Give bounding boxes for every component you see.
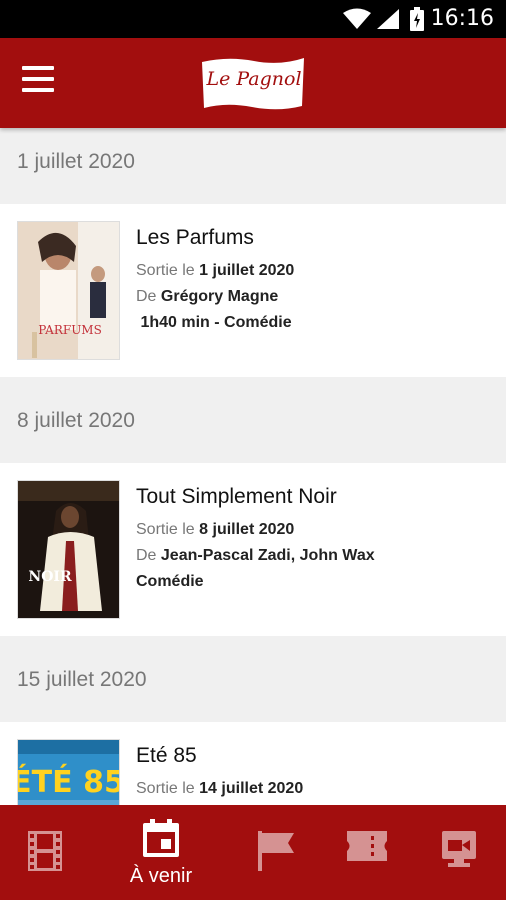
movie-poster: NOIR <box>17 480 120 619</box>
movie-item[interactable]: NOIR Tout Simplement Noir Sortie le 8 ju… <box>0 463 506 636</box>
director-label: De <box>136 547 157 564</box>
menu-icon-line <box>22 77 54 81</box>
date-header: 1 juillet 2020 <box>0 128 506 204</box>
nav-events[interactable] <box>231 805 321 900</box>
movie-title: Eté 85 <box>136 744 197 767</box>
nav-films[interactable] <box>0 805 90 900</box>
nav-upcoming-label: À venir <box>129 865 193 887</box>
battery-charging-icon <box>410 7 424 31</box>
director-line: De Jean-Pascal Zadi, John Wax <box>136 547 496 573</box>
app-bar: Le Pagnol <box>0 38 506 128</box>
release-date: 1 juillet 2020 <box>199 262 295 279</box>
signal-icon <box>377 9 399 29</box>
status-bar: 16:16 <box>0 0 506 38</box>
release-line: Sortie le 14 juillet 2020 <box>136 780 496 805</box>
upcoming-movies-list[interactable]: 1 juillet 2020 PARFUMS Les Parfums Sorti… <box>0 128 506 805</box>
movie-details: 1h40 min - Comédie <box>136 314 292 331</box>
logo: Le Pagnol <box>198 52 308 114</box>
nav-trailers[interactable] <box>414 805 504 900</box>
release-label: Sortie le <box>136 521 195 538</box>
menu-icon-line <box>22 66 54 70</box>
details-line: 1h40 min - Comédie <box>136 314 496 340</box>
nav-tickets[interactable] <box>322 805 412 900</box>
date-header: 8 juillet 2020 <box>0 377 506 463</box>
nav-upcoming[interactable]: À venir <box>116 805 206 900</box>
movie-item[interactable]: PARFUMS Les Parfums Sortie le 1 juillet … <box>0 204 506 377</box>
svg-text:ÉTÉ 85: ÉTÉ 85 <box>18 764 120 800</box>
status-time: 16:16 <box>430 6 494 31</box>
release-date: 8 juillet 2020 <box>199 521 295 538</box>
logo-text: Le Pagnol <box>206 68 302 90</box>
ticket-icon <box>347 831 387 861</box>
svg-text:PARFUMS: PARFUMS <box>38 323 102 337</box>
movie-item[interactable]: ÉTÉ 85 Eté 85 Sortie le 14 juillet 2020 <box>0 722 506 805</box>
date-header: 15 juillet 2020 <box>0 636 506 722</box>
release-line: Sortie le 8 juillet 2020 <box>136 521 496 547</box>
director-line: De Grégory Magne <box>136 288 496 314</box>
bottom-navigation: À venir <box>0 805 506 900</box>
film-icon <box>28 831 62 871</box>
movie-poster: PARFUMS <box>17 221 120 360</box>
release-line: Sortie le 1 juillet 2020 <box>136 262 496 288</box>
directors: Grégory Magne <box>160 288 279 305</box>
movie-title: Tout Simplement Noir <box>136 485 337 508</box>
flag-icon <box>258 831 294 871</box>
movie-title: Les Parfums <box>136 226 254 249</box>
svg-text:NOIR: NOIR <box>28 569 72 585</box>
release-date: 14 juillet 2020 <box>199 780 304 797</box>
menu-icon-line <box>22 88 54 92</box>
details-line: Comédie <box>136 573 496 599</box>
movie-details: Comédie <box>136 573 204 590</box>
release-label: Sortie le <box>136 262 195 279</box>
menu-button[interactable] <box>22 66 62 100</box>
video-camera-icon <box>442 831 476 867</box>
release-label: Sortie le <box>136 780 195 797</box>
wifi-icon <box>343 8 371 29</box>
directors: Jean-Pascal Zadi, John Wax <box>160 547 375 564</box>
director-label: De <box>136 288 157 305</box>
calendar-icon <box>143 819 179 857</box>
movie-poster: ÉTÉ 85 <box>17 739 120 805</box>
